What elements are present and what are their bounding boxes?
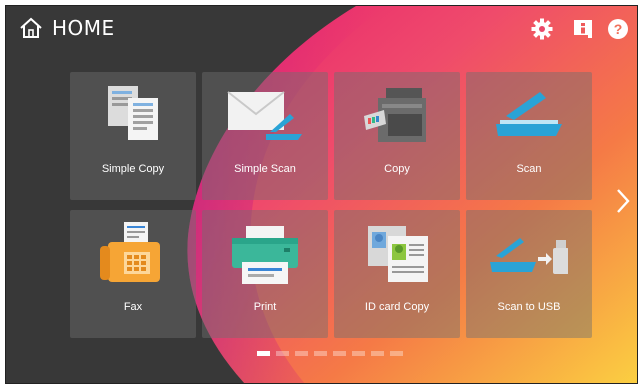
scan-to-usb-tile[interactable]: Scan to USB: [466, 210, 592, 338]
tile-label: Simple Scan: [234, 163, 296, 175]
printer-panel-screen: HOME ? Simple Copy Simple Scan Copy Scan…: [5, 5, 638, 384]
tile-label: Scan to USB: [497, 301, 561, 313]
page-dot[interactable]: [295, 351, 308, 356]
id-card-copy-tile[interactable]: ID card Copy: [334, 210, 460, 338]
scan-to-usb-icon: [490, 238, 568, 274]
tile-label: Print: [253, 301, 277, 313]
page-dot[interactable]: [371, 351, 384, 356]
page-dot[interactable]: [333, 351, 346, 356]
fax-tile[interactable]: Fax: [70, 210, 196, 338]
tile-label: ID card Copy: [364, 301, 430, 313]
page-dot[interactable]: [352, 351, 365, 356]
simple-copy-icon: [108, 86, 158, 140]
home-icon: [20, 17, 42, 38]
help-icon[interactable]: ?: [607, 18, 629, 40]
function-grid: Simple Copy Simple Scan Copy Scan Fax Pr…: [70, 72, 592, 338]
scan-tile[interactable]: Scan: [466, 72, 592, 200]
simple-scan-tile[interactable]: Simple Scan: [202, 72, 328, 200]
scanner-icon: [496, 92, 562, 136]
page-indicator: [257, 351, 407, 357]
tile-label: Fax: [123, 301, 143, 313]
page-dot[interactable]: [276, 351, 289, 356]
tile-label: Scan: [516, 163, 542, 175]
page-dot[interactable]: [390, 351, 403, 356]
print-tile[interactable]: Print: [202, 210, 328, 338]
home-label: HOME: [52, 16, 115, 40]
tile-label: Copy: [384, 163, 410, 175]
page-dot[interactable]: [314, 351, 327, 356]
id-card-copy-icon: [368, 226, 428, 282]
simple-scan-icon: [227, 91, 302, 140]
page-dot[interactable]: [257, 351, 270, 356]
copy-tile[interactable]: Copy: [334, 72, 460, 200]
top-bar: HOME ?: [6, 6, 637, 52]
chevron-right-icon[interactable]: [614, 186, 632, 216]
fax-icon: [100, 222, 160, 282]
simple-copy-tile[interactable]: Simple Copy: [70, 72, 196, 200]
printer-icon: [232, 226, 298, 284]
info-icon[interactable]: [572, 18, 594, 40]
gear-icon[interactable]: [531, 18, 553, 40]
home-button[interactable]: HOME: [19, 16, 115, 40]
svg-text:?: ?: [614, 21, 623, 37]
tile-label: Simple Copy: [101, 163, 165, 175]
copier-icon: [364, 88, 426, 142]
